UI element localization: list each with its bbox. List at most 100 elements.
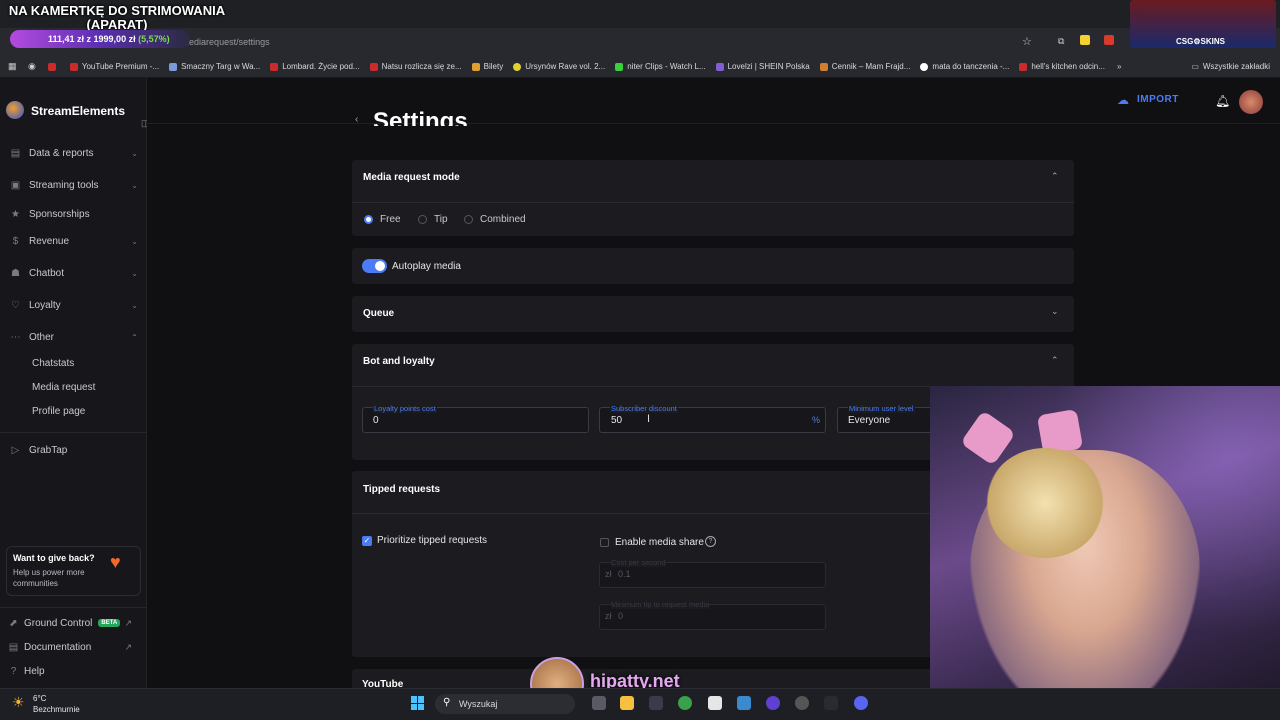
chart-icon: ▤ — [10, 147, 21, 159]
info-icon[interactable]: ? — [705, 536, 716, 547]
sidebar-item-chatbot[interactable]: ☗ Chatbot ⌄ — [10, 263, 140, 283]
bookmark-item[interactable] — [47, 62, 60, 71]
taskbar-search[interactable]: Wyszukaj — [435, 694, 575, 714]
avatar[interactable] — [1239, 90, 1263, 114]
stream-goal-title: NA KAMERTKĘ DO STRIMOWANIA (APARAT) — [8, 3, 226, 32]
cost-per-second-value: 0.1 — [618, 569, 631, 579]
subscriber-discount-label: Subscriber discount — [610, 404, 678, 413]
bookmark-icon — [169, 62, 178, 71]
bookmark-item[interactable]: Lombard. Życie pod... — [270, 62, 360, 71]
obs-icon[interactable] — [766, 696, 780, 710]
url-field[interactable]: ...ats.com/dashboard/mediarequest/settin… — [95, 33, 1015, 51]
chevron-right-icon[interactable]: » — [1117, 62, 1121, 71]
chevron-up-icon[interactable]: ⌃ — [1051, 171, 1059, 182]
weather-condition: Bezchmurnie — [33, 705, 80, 714]
notes-icon[interactable] — [737, 696, 751, 710]
tipped-requests-title: Tipped requests — [363, 484, 441, 495]
windows-start-icon[interactable] — [411, 696, 425, 710]
bookmark-item[interactable]: mata do tanczenia -... — [920, 62, 1009, 71]
chevron-down-icon: ⌄ — [131, 148, 138, 158]
bookmark-item[interactable]: Bilety — [471, 62, 503, 71]
extension-icon-2[interactable] — [1080, 35, 1090, 45]
extension-icon[interactable]: ⧉ — [1058, 36, 1064, 47]
mode-combined-radio[interactable]: Combined — [464, 214, 526, 225]
chevron-down-icon[interactable]: ⌄ — [1051, 306, 1059, 317]
sidebar-divider — [0, 607, 147, 608]
sidebar-item-loyalty[interactable]: ♡ Loyalty ⌄ — [10, 295, 140, 315]
bookmark-item[interactable]: Cennik – Mam Frajd... — [819, 62, 910, 71]
enable-media-share-label: Enable media share — [615, 537, 704, 548]
apps-icon[interactable]: ▦ — [8, 61, 18, 72]
youtube-icon — [69, 62, 78, 71]
sidebar-item-streaming-tools[interactable]: ▣ Streaming tools ⌄ — [10, 175, 140, 195]
bookmark-item[interactable]: niter Clips - Watch L... — [615, 62, 706, 71]
sidebar-subitem-media-request[interactable]: Media request — [32, 382, 95, 393]
dots-icon: ⋯ — [10, 331, 21, 343]
streamelements-logo-icon — [6, 101, 24, 119]
bookmark-item[interactable]: hell's kitchen odcin... — [1019, 62, 1105, 71]
give-back-subtitle: Help us power more communities — [13, 568, 85, 588]
goal-percent: (5,57%) — [138, 34, 170, 44]
subscriber-discount-value: 50 — [611, 415, 623, 426]
all-bookmarks[interactable]: ▭ Wszystkie zakładki — [1191, 62, 1270, 71]
star-icon[interactable]: ☆ — [1022, 35, 1032, 48]
text-cursor-icon: I — [647, 413, 651, 425]
notepad-icon[interactable] — [708, 696, 722, 710]
sidebar-item-sponsorships[interactable]: ★ Sponsorships — [10, 204, 140, 224]
bookmark-item[interactable]: YouTube Premium -... — [69, 62, 159, 71]
sidebar-item-ground-control[interactable]: ⬈ Ground Control BETA ↗ — [8, 613, 138, 633]
goal-amount: 111,41 zł z 1999,00 zł — [48, 34, 136, 44]
bookmark-item[interactable]: Smaczny Targ w Wa... — [169, 62, 260, 71]
sidebar-subitem-chatstats[interactable]: Chatstats — [32, 358, 74, 369]
chevron-up-icon: ⌃ — [131, 332, 138, 342]
store-icon[interactable] — [649, 696, 663, 710]
taskbar — [0, 688, 1280, 720]
heart-icon: ♥ — [110, 552, 121, 572]
radio-selected — [364, 215, 373, 224]
github-icon[interactable]: ◉ — [28, 61, 36, 72]
bookmark-item[interactable]: Natsu rozlicza się ze... — [369, 62, 462, 71]
sidebar-item-help[interactable]: ? Help — [8, 661, 138, 681]
bookmark-item[interactable]: Lovelzi | SHEIN Polska — [715, 62, 810, 71]
youtube-icon — [47, 62, 56, 71]
search-icon: ⚲ — [443, 697, 451, 708]
queue-title: Queue — [363, 308, 395, 319]
sidebar-subitem-profile-page[interactable]: Profile page — [32, 406, 85, 417]
discord-icon[interactable] — [854, 696, 868, 710]
mode-tip-radio[interactable]: Tip — [418, 214, 448, 225]
task-view-icon[interactable] — [592, 696, 606, 710]
rocket-icon: ⬈ — [9, 617, 18, 629]
youtube-icon — [369, 62, 378, 71]
chevron-down-icon: ⌄ — [131, 268, 138, 278]
sidebar-item-other[interactable]: ⋯ Other ⌃ — [10, 327, 140, 347]
sidebar-item-revenue[interactable]: $ Revenue ⌄ — [10, 231, 140, 251]
file-explorer-icon[interactable] — [620, 696, 634, 710]
media-request-mode-panel — [352, 160, 1074, 236]
sidebar-item-grabtap[interactable]: ▷ GrabTap — [10, 440, 140, 460]
back-arrow-icon[interactable]: ‹ — [355, 114, 358, 123]
terminal-icon[interactable] — [824, 696, 838, 710]
sidebar-item-documentation[interactable]: ▤ Documentation ↗ — [8, 637, 138, 657]
minimum-user-level-label: Minimum user level — [848, 404, 915, 413]
currency-prefix: zł — [605, 569, 612, 579]
sidebar-item-data-reports[interactable]: ▤ Data & reports ⌄ — [10, 143, 140, 163]
prioritize-tipped-checkbox[interactable]: ✓ — [362, 536, 372, 546]
chevron-up-icon[interactable]: ⌃ — [1051, 355, 1059, 366]
document-icon: ▤ — [8, 641, 19, 653]
enable-media-share-checkbox[interactable] — [600, 538, 609, 547]
chevron-down-icon: ⌄ — [131, 300, 138, 310]
queue-panel[interactable] — [352, 296, 1074, 332]
youtube-icon — [270, 62, 279, 71]
header-divider — [147, 123, 1280, 124]
steam-icon[interactable] — [795, 696, 809, 710]
temperature: 6°C — [33, 694, 47, 703]
extension-icon-3[interactable] — [1104, 35, 1114, 45]
chrome-icon[interactable] — [678, 696, 692, 710]
import-button[interactable]: IMPORT — [1137, 94, 1179, 105]
bell-icon[interactable]: 🔔︎ — [1215, 94, 1230, 108]
bookmark-item[interactable]: Ursynów Rave vol. 2... — [513, 62, 605, 71]
weather-widget[interactable]: 6°C Bezchmurnie — [33, 693, 80, 715]
prioritize-tipped-label: Prioritize tipped requests — [377, 535, 488, 546]
chevron-down-icon: ⌄ — [131, 236, 138, 246]
mode-free-radio[interactable]: Free — [364, 214, 401, 225]
